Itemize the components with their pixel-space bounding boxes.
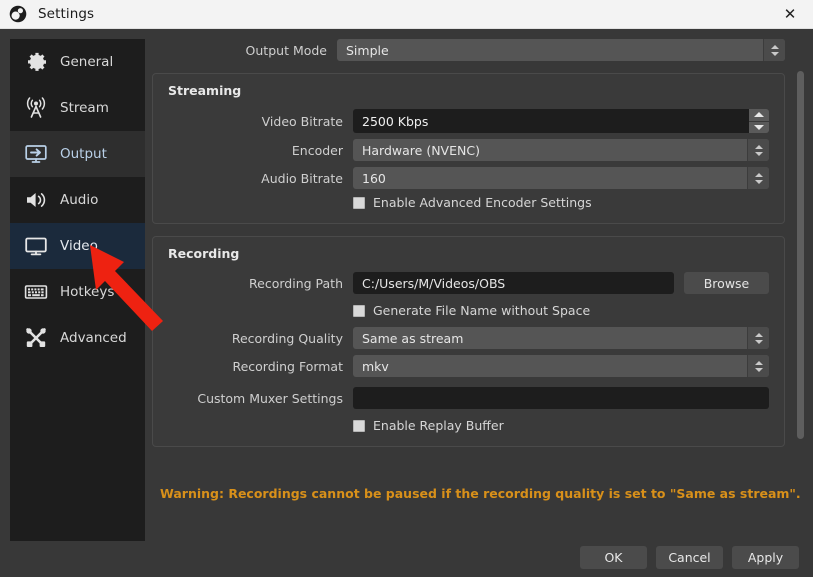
sidebar-item-label: Hotkeys bbox=[60, 284, 114, 300]
recording-quality-select[interactable]: Same as stream bbox=[353, 327, 769, 349]
recording-format-value: mkv bbox=[353, 355, 747, 377]
sidebar-item-general[interactable]: General bbox=[10, 39, 145, 85]
recording-group-title: Recording bbox=[168, 246, 769, 261]
replay-buffer-label: Enable Replay Buffer bbox=[373, 418, 504, 433]
sidebar-item-hotkeys[interactable]: Hotkeys bbox=[10, 269, 145, 315]
output-mode-value: Simple bbox=[337, 39, 763, 61]
monitor-icon bbox=[21, 231, 51, 261]
streaming-group-title: Streaming bbox=[168, 83, 769, 98]
chevron-updown-icon[interactable] bbox=[747, 327, 769, 349]
settings-content: Output Mode Simple Streaming Video Bitra… bbox=[152, 39, 785, 464]
broadcast-icon bbox=[21, 93, 51, 123]
recording-format-label: Recording Format bbox=[168, 359, 353, 374]
output-mode-label: Output Mode bbox=[152, 43, 337, 58]
title-bar: Settings ✕ bbox=[0, 0, 813, 29]
spinner-arrows-icon[interactable] bbox=[749, 109, 769, 133]
chevron-updown-icon[interactable] bbox=[747, 167, 769, 189]
generate-no-space-checkbox-row[interactable]: Generate File Name without Space bbox=[168, 303, 769, 318]
custom-muxer-row: Custom Muxer Settings bbox=[168, 387, 769, 409]
tools-icon bbox=[21, 323, 51, 353]
custom-muxer-input[interactable] bbox=[353, 387, 769, 409]
recording-quality-row: Recording Quality Same as stream bbox=[168, 327, 769, 349]
recording-path-label: Recording Path bbox=[168, 276, 353, 291]
advanced-encoder-checkbox-row[interactable]: Enable Advanced Encoder Settings bbox=[168, 195, 769, 210]
sidebar-item-label: Advanced bbox=[60, 330, 127, 346]
video-bitrate-row: Video Bitrate 2500 Kbps bbox=[168, 109, 769, 133]
apply-button[interactable]: Apply bbox=[732, 546, 799, 569]
output-mode-row: Output Mode Simple bbox=[152, 39, 785, 61]
spinner-up-button[interactable] bbox=[749, 109, 769, 122]
chevron-updown-icon[interactable] bbox=[747, 139, 769, 161]
gear-icon bbox=[21, 47, 51, 77]
audio-bitrate-select[interactable]: 160 bbox=[353, 167, 769, 189]
audio-bitrate-label: Audio Bitrate bbox=[168, 171, 353, 186]
advanced-encoder-label: Enable Advanced Encoder Settings bbox=[373, 195, 592, 210]
sidebar-item-label: Output bbox=[60, 146, 107, 162]
obs-logo-icon bbox=[9, 5, 27, 23]
video-bitrate-spinbox[interactable]: 2500 Kbps bbox=[353, 109, 769, 133]
recording-path-input[interactable]: C:/Users/M/Videos/OBS bbox=[353, 272, 674, 294]
sidebar-item-audio[interactable]: Audio bbox=[10, 177, 145, 223]
sidebar-item-advanced[interactable]: Advanced bbox=[10, 315, 145, 361]
sidebar-item-label: General bbox=[60, 54, 113, 70]
cancel-button[interactable]: Cancel bbox=[656, 546, 723, 569]
output-mode-select[interactable]: Simple bbox=[337, 39, 785, 61]
sidebar-item-video[interactable]: Video bbox=[10, 223, 145, 269]
replay-buffer-checkbox[interactable] bbox=[353, 420, 365, 432]
scrollbar-thumb[interactable] bbox=[797, 71, 804, 439]
encoder-value: Hardware (NVENC) bbox=[353, 139, 747, 161]
settings-sidebar: General Stream Output bbox=[10, 39, 145, 541]
recording-warning-text: Warning: Recordings cannot be paused if … bbox=[160, 486, 801, 501]
ok-button[interactable]: OK bbox=[580, 546, 647, 569]
sidebar-item-label: Audio bbox=[60, 192, 98, 208]
encoder-label: Encoder bbox=[168, 143, 353, 158]
recording-format-row: Recording Format mkv bbox=[168, 355, 769, 377]
recording-format-select[interactable]: mkv bbox=[353, 355, 769, 377]
recording-quality-label: Recording Quality bbox=[168, 331, 353, 346]
sidebar-item-output[interactable]: Output bbox=[10, 131, 145, 177]
generate-no-space-label: Generate File Name without Space bbox=[373, 303, 590, 318]
replay-buffer-checkbox-row[interactable]: Enable Replay Buffer bbox=[168, 418, 769, 433]
chevron-updown-icon[interactable] bbox=[763, 39, 785, 61]
content-scrollbar[interactable] bbox=[796, 67, 805, 517]
sidebar-item-stream[interactable]: Stream bbox=[10, 85, 145, 131]
speaker-icon bbox=[21, 185, 51, 215]
encoder-select[interactable]: Hardware (NVENC) bbox=[353, 139, 769, 161]
browse-button[interactable]: Browse bbox=[684, 272, 769, 294]
custom-muxer-label: Custom Muxer Settings bbox=[168, 391, 353, 406]
sidebar-item-label: Stream bbox=[60, 100, 109, 116]
audio-bitrate-row: Audio Bitrate 160 bbox=[168, 167, 769, 189]
generate-no-space-checkbox[interactable] bbox=[353, 305, 365, 317]
recording-quality-value: Same as stream bbox=[353, 327, 747, 349]
audio-bitrate-value: 160 bbox=[353, 167, 747, 189]
recording-group: Recording Recording Path C:/Users/M/Vide… bbox=[152, 236, 785, 447]
video-bitrate-label: Video Bitrate bbox=[168, 114, 353, 129]
settings-dialog: General Stream Output bbox=[0, 29, 813, 577]
chevron-updown-icon[interactable] bbox=[747, 355, 769, 377]
encoder-row: Encoder Hardware (NVENC) bbox=[168, 139, 769, 161]
close-icon[interactable]: ✕ bbox=[767, 0, 813, 29]
streaming-group: Streaming Video Bitrate 2500 Kbps Encode… bbox=[152, 73, 785, 224]
sidebar-item-label: Video bbox=[60, 238, 98, 254]
keyboard-icon bbox=[21, 277, 51, 307]
advanced-encoder-checkbox[interactable] bbox=[353, 197, 365, 209]
recording-path-row: Recording Path C:/Users/M/Videos/OBS Bro… bbox=[168, 272, 769, 294]
monitor-arrow-icon bbox=[21, 139, 51, 169]
video-bitrate-value: 2500 Kbps bbox=[353, 109, 749, 133]
dialog-button-bar: OK Cancel Apply bbox=[580, 546, 799, 569]
spinner-down-button[interactable] bbox=[749, 122, 769, 134]
window-title: Settings bbox=[38, 6, 94, 22]
